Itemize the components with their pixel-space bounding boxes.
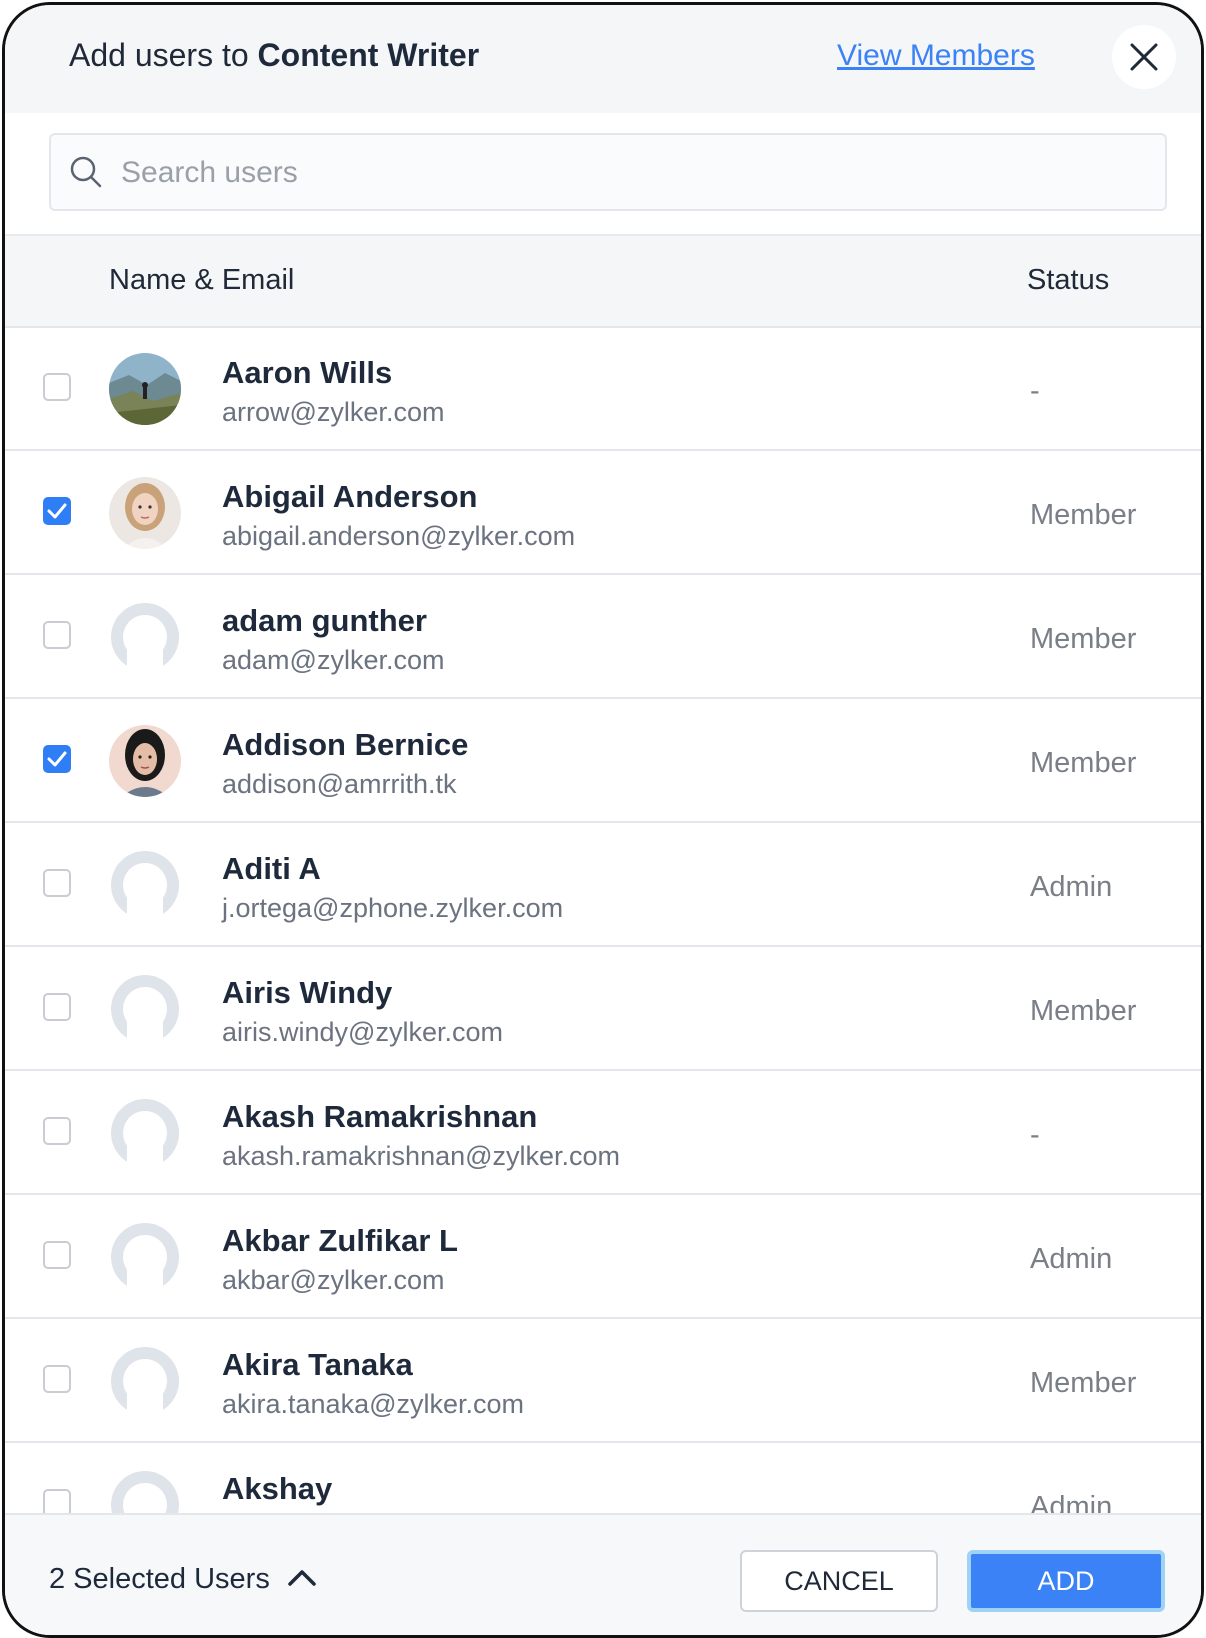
user-email: j.ortega@zphone.zylker.com [222,893,564,923]
user-name: Aaron Wills [222,355,393,390]
user-checkbox[interactable] [43,993,71,1021]
user-checkbox[interactable] [43,1117,71,1145]
user-name: Akbar Zulfikar L [222,1223,458,1258]
user-status: Admin [1030,1243,1113,1275]
search-icon [70,156,102,188]
close-button[interactable] [1112,25,1176,89]
user-status: Member [1030,623,1137,655]
avatar [109,1469,181,1513]
user-status: Admin [1030,871,1113,903]
avatar [109,725,181,797]
user-checkbox[interactable] [43,745,71,773]
avatar [109,477,181,549]
user-row[interactable]: Abigail Anderson abigail.anderson@zylker.… [5,451,1201,575]
cancel-button[interactable]: CANCEL [740,1550,938,1612]
user-row[interactable]: adam gunther adam@zylker.com Member [5,575,1201,699]
user-row[interactable]: Akshay Admin [5,1443,1201,1513]
user-name: Airis Windy [222,975,393,1010]
user-status: Admin [1030,1491,1113,1513]
user-checkbox[interactable] [43,621,71,649]
dialog-header: Add users to Content Writer View Members [5,5,1201,113]
chevron-up-icon[interactable] [287,1567,317,1587]
table-header: Name & Email Status [5,236,1201,328]
user-status: Member [1030,1367,1137,1399]
user-name: Addison Bernice [222,727,469,762]
user-checkbox[interactable] [43,1241,71,1269]
user-email: airis.windy@zylker.com [222,1017,503,1047]
check-icon [47,503,67,519]
user-row[interactable]: Akash Ramakrishnan akash.ramakrishnan@zyl… [5,1071,1201,1195]
user-row[interactable]: Akira Tanaka akira.tanaka@zylker.com Membe… [5,1319,1201,1443]
user-checkbox[interactable] [43,1365,71,1393]
check-icon [47,751,67,767]
user-status: Member [1030,499,1137,531]
user-checkbox[interactable] [43,373,71,401]
user-email: addison@amrrith.tk [222,769,457,799]
user-name: Akshay [222,1471,333,1506]
avatar [109,849,181,921]
user-name: Abigail Anderson [222,479,478,514]
user-email: arrow@zylker.com [222,397,445,427]
user-row[interactable]: Aditi A j.ortega@zphone.zylker.com Admin [5,823,1201,947]
user-checkbox[interactable] [43,497,71,525]
avatar [109,353,181,425]
close-icon [1130,43,1158,71]
add-button[interactable]: ADD [967,1550,1165,1612]
dialog-title: Add users to Content Writer [69,37,479,74]
user-checkbox[interactable] [43,869,71,897]
user-email: adam@zylker.com [222,645,445,675]
search-box [49,133,1167,211]
user-email: akash.ramakrishnan@zylker.com [222,1141,621,1171]
add-users-dialog: Add users to Content Writer View Members… [2,2,1204,1638]
column-header-status: Status [1027,264,1110,296]
user-name: Akash Ramakrishnan [222,1099,538,1134]
user-email: akira.tanaka@zylker.com [222,1389,525,1419]
user-checkbox[interactable] [43,1489,71,1513]
avatar [109,973,181,1045]
user-name: Akira Tanaka [222,1347,413,1382]
user-status: - [1030,1119,1040,1151]
user-list[interactable]: Aaron Wills arrow@zylker.com - Abigail Ande… [5,327,1201,1513]
selected-users-toggle[interactable]: 2 Selected Users [49,1563,270,1596]
dialog-footer: 2 Selected Users CANCEL ADD [5,1513,1201,1635]
user-row[interactable]: Aaron Wills arrow@zylker.com - [5,327,1201,451]
title-prefix: Add users to [69,37,249,73]
view-members-link[interactable]: View Members [837,39,1035,73]
user-status: Member [1030,995,1137,1027]
avatar [109,1097,181,1169]
user-name: Aditi A [222,851,321,886]
user-status: - [1030,375,1040,407]
search-input[interactable] [119,149,1143,197]
user-email: akbar@zylker.com [222,1265,445,1295]
avatar [109,601,181,673]
user-row[interactable]: Airis Windy airis.windy@zylker.com Member [5,947,1201,1071]
avatar [109,1221,181,1293]
column-header-name: Name & Email [109,264,295,296]
title-group-name: Content Writer [257,37,480,73]
avatar [109,1345,181,1417]
user-email: abigail.anderson@zylker.com [222,521,576,551]
user-row[interactable]: Akbar Zulfikar L akbar@zylker.com Admin [5,1195,1201,1319]
user-row[interactable]: Addison Bernice addison@amrrith.tk Member [5,699,1201,823]
user-name: adam gunther [222,603,427,638]
user-status: Member [1030,747,1137,779]
